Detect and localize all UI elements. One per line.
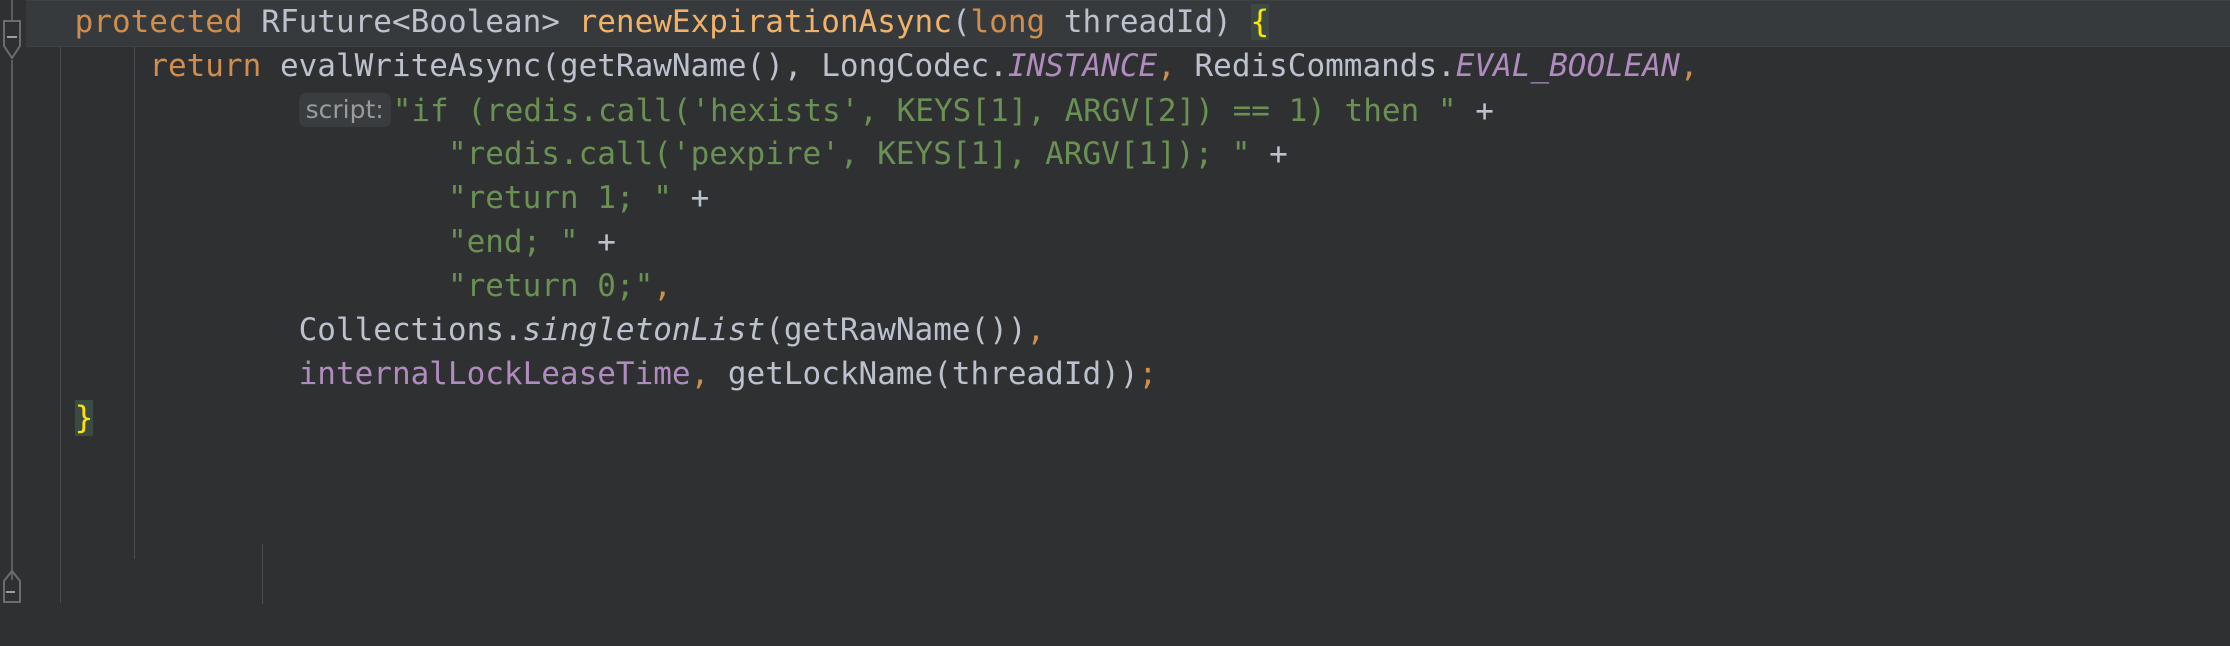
code-content[interactable]: protected RFuture<Boolean> renewExpirati…	[0, 0, 1698, 440]
code-token: +	[1475, 93, 1494, 129]
code-token: "return 0;"	[447, 268, 654, 304]
indent-guide	[262, 544, 263, 604]
code-token: }	[74, 400, 94, 436]
fold-region-line	[11, 60, 13, 580]
code-token: evalWriteAsync(getRawName(), LongCodec.	[261, 48, 1008, 84]
code-token: ,	[1026, 312, 1046, 348]
code-token: getLockName(threadId))	[709, 356, 1139, 392]
code-token: renewExpirationAsync	[578, 4, 952, 40]
code-line[interactable]: Collections.singletonList(getRawName()),	[0, 308, 1698, 352]
code-line[interactable]: "redis.call('pexpire', KEYS[1], ARGV[1])…	[0, 132, 1698, 176]
code-token: protected	[74, 4, 243, 40]
code-token: ;	[1138, 356, 1158, 392]
code-token: ,	[1157, 48, 1176, 84]
code-token: EVAL_BOOLEAN	[1455, 48, 1680, 84]
code-line[interactable]: "return 0;",	[0, 264, 1698, 308]
code-token: "if (redis.call('hexists', KEYS[1], ARGV…	[392, 93, 1457, 129]
code-token: return	[149, 48, 262, 84]
editor-gutter[interactable]	[0, 0, 26, 646]
code-token: "end; "	[447, 224, 579, 260]
code-line[interactable]: script: "if (redis.call('hexists', KEYS[1…	[0, 88, 1698, 132]
fold-end-marker-icon[interactable]	[2, 570, 22, 604]
code-line[interactable]: return evalWriteAsync(getRawName(), Long…	[0, 44, 1698, 88]
code-token: (	[951, 4, 971, 40]
code-line[interactable]: "end; " +	[0, 220, 1698, 264]
inlay-parameter-hint[interactable]: script:	[298, 93, 391, 127]
code-editor[interactable]: protected RFuture<Boolean> renewExpirati…	[0, 0, 2230, 646]
code-line[interactable]: "return 1; " +	[0, 176, 1698, 220]
code-token: INSTANCE	[1007, 48, 1158, 84]
code-token: "return 1; "	[447, 180, 672, 216]
code-token: ,	[1679, 48, 1699, 84]
code-token: {	[1250, 4, 1270, 40]
code-token: +	[1269, 136, 1288, 172]
code-token: "redis.call('pexpire', KEYS[1], ARGV[1])…	[447, 136, 1251, 172]
code-token: internalLockLeaseTime	[298, 356, 691, 392]
code-token: Collections.	[298, 312, 523, 348]
code-token: +	[597, 224, 616, 260]
code-token: long	[970, 4, 1046, 40]
fold-collapse-arrow-icon[interactable]	[2, 20, 22, 62]
code-line[interactable]: protected RFuture<Boolean> renewExpirati…	[0, 0, 1698, 44]
code-token: +	[690, 180, 710, 216]
code-token: singletonList	[522, 312, 766, 348]
code-line[interactable]: }	[0, 396, 1698, 440]
code-token: ,	[690, 356, 710, 392]
code-token: ,	[653, 268, 672, 304]
fold-region-line	[11, 0, 13, 22]
code-token: RFuture<Boolean>	[242, 4, 579, 40]
code-token: RedisCommands.	[1175, 48, 1456, 84]
code-token: threadId)	[1045, 4, 1251, 40]
code-token: (getRawName())	[765, 312, 1027, 348]
code-line[interactable]: internalLockLeaseTime, getLockName(threa…	[0, 352, 1698, 396]
